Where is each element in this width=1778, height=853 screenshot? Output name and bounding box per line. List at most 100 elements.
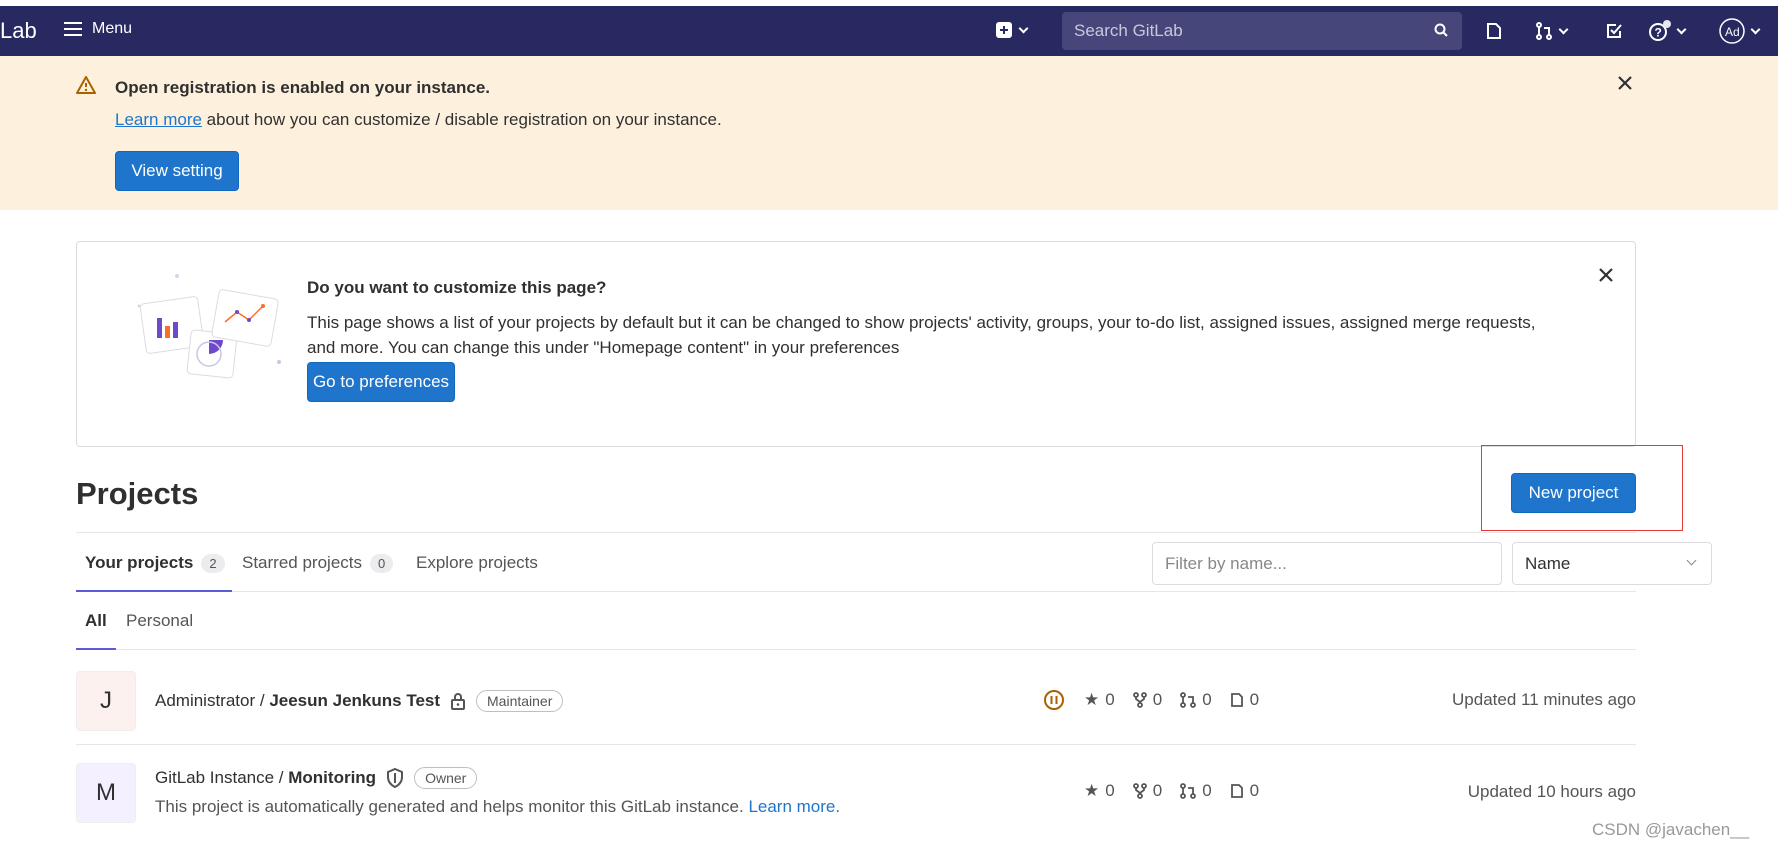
watermark-text: CSDN @javachen__: [1592, 820, 1750, 839]
todos-nav-button[interactable]: [1604, 20, 1624, 42]
chevron-down-icon: [1018, 23, 1029, 33]
create-new-dropdown[interactable]: [996, 22, 1029, 38]
menu-button[interactable]: Menu: [64, 20, 132, 38]
tab-explore-projects[interactable]: Explore projects: [416, 553, 538, 573]
stat-value: 0: [1152, 690, 1163, 709]
customize-description: This page shows a list of your projects …: [307, 313, 1536, 357]
dashboard-illustration: [137, 274, 281, 379]
alert-text-rest: about how you can customize / disable re…: [201, 110, 722, 129]
merge-requests-count[interactable]: 0: [1180, 781, 1212, 801]
star-icon: ★: [1084, 781, 1100, 800]
subtab-all[interactable]: All: [85, 611, 107, 631]
merge-request-icon: [1180, 783, 1197, 799]
merge-requests-count[interactable]: 0: [1180, 690, 1212, 710]
svg-text:Ad: Ad: [1725, 25, 1740, 39]
forks-count[interactable]: 0: [1132, 690, 1163, 710]
lock-icon: [451, 693, 466, 710]
role-badge: Maintainer: [476, 690, 564, 712]
learn-more-link[interactable]: Learn more: [115, 110, 202, 129]
project-namespace: Administrator /: [155, 691, 270, 710]
stars-count[interactable]: ★ 0: [1084, 690, 1115, 710]
updated-time: Updated 10 hours ago: [1467, 782, 1636, 801]
hamburger-icon: [64, 22, 82, 36]
tab-your-projects[interactable]: Your projects 2: [85, 553, 225, 573]
learn-more-link[interactable]: Learn more.: [748, 797, 840, 816]
brand-logo-text[interactable]: Lab: [0, 18, 37, 44]
filter-by-name-input[interactable]: [1152, 542, 1502, 585]
project-namespace: GitLab Instance /: [155, 768, 289, 787]
count-badge: 2: [201, 553, 225, 573]
project-description: This project is automatically generated …: [155, 797, 840, 817]
merge-requests-nav-dropdown[interactable]: [1534, 20, 1569, 42]
plus-square-icon: [996, 22, 1012, 38]
project-stats: ★ 0 0 0 0: [1084, 781, 1259, 801]
project-row: M GitLab Instance / Monitoring Owner Thi…: [76, 745, 1636, 845]
issues-nav-button[interactable]: [1484, 20, 1504, 42]
customize-homepage-card: Do you want to customize this page? This…: [76, 241, 1636, 447]
merge-request-icon: [1536, 22, 1552, 40]
pipeline-paused-icon[interactable]: [1043, 689, 1065, 711]
search-icon[interactable]: [1434, 23, 1448, 37]
count-badge: 0: [370, 553, 394, 573]
project-name: Monitoring: [288, 768, 377, 787]
merge-request-icon: [1180, 692, 1197, 708]
warning-icon: [76, 76, 96, 94]
page-title: Projects: [76, 476, 199, 511]
chevron-down-icon: [1686, 555, 1697, 566]
go-to-preferences-button[interactable]: Go to preferences: [307, 362, 455, 402]
issues-icon: [1230, 693, 1243, 707]
top-navbar: Lab Menu ? Ad: [0, 6, 1778, 56]
help-nav-dropdown[interactable]: ?: [1648, 20, 1687, 42]
highlight-annotation-box: [1481, 445, 1683, 531]
stat-value: 0: [1152, 781, 1163, 800]
alert-title: Open registration is enabled on your ins…: [115, 78, 491, 97]
sort-value: Name: [1525, 554, 1571, 573]
fork-icon: [1132, 692, 1147, 708]
stat-value: 0: [1249, 781, 1260, 800]
projects-subtabs: All Personal: [76, 592, 1636, 650]
issues-count[interactable]: 0: [1230, 690, 1259, 710]
description-text: This project is automatically generated …: [155, 797, 744, 816]
shield-icon: [387, 768, 404, 788]
project-avatar[interactable]: J: [76, 671, 136, 731]
search-input[interactable]: [1062, 12, 1462, 50]
view-setting-button[interactable]: View setting: [115, 151, 239, 191]
tab-starred-projects[interactable]: Starred projects 0: [242, 553, 394, 573]
project-title: GitLab Instance / Monitoring Owner: [155, 767, 478, 789]
stat-value: 0: [1105, 781, 1115, 800]
project-row: J Administrator / Jeesun Jenkuns Test Ma…: [76, 650, 1636, 745]
search-box: [1062, 12, 1462, 50]
updated-time: Updated 11 minutes ago: [1452, 690, 1636, 709]
svg-text:?: ?: [1655, 26, 1662, 40]
project-avatar[interactable]: M: [76, 763, 136, 823]
project-link[interactable]: Administrator / Jeesun Jenkuns Test: [155, 691, 440, 711]
issues-count[interactable]: 0: [1230, 781, 1259, 801]
sort-dropdown[interactable]: Name: [1512, 542, 1712, 585]
stars-count[interactable]: ★ 0: [1084, 781, 1115, 801]
projects-tabs: Your projects 2 Starred projects 0 Explo…: [76, 532, 1712, 592]
user-avatar: Ad: [1719, 18, 1745, 44]
subtab-personal[interactable]: Personal: [126, 611, 193, 631]
issues-icon: [1487, 23, 1501, 39]
alert-text: Learn more about how you can customize /…: [115, 110, 722, 130]
project-link[interactable]: GitLab Instance / Monitoring: [155, 768, 376, 788]
chevron-down-icon: [1676, 24, 1687, 34]
fork-icon: [1132, 783, 1147, 799]
tab-label: Explore projects: [416, 553, 538, 572]
project-name: Jeesun Jenkuns Test: [269, 691, 441, 710]
help-icon: ?: [1649, 20, 1671, 41]
customize-title: Do you want to customize this page?: [307, 278, 607, 297]
todo-check-icon: [1607, 24, 1622, 38]
close-icon[interactable]: [1616, 74, 1634, 92]
role-badge: Owner: [414, 767, 478, 789]
issues-icon: [1230, 784, 1243, 798]
star-icon: ★: [1084, 690, 1100, 709]
tab-label: Your projects: [85, 553, 194, 572]
tab-label: Starred projects: [242, 553, 362, 572]
registration-alert: Open registration is enabled on your ins…: [0, 56, 1778, 210]
close-icon[interactable]: [1597, 266, 1615, 284]
chevron-down-icon: [1750, 24, 1761, 34]
forks-count[interactable]: 0: [1132, 781, 1163, 801]
project-stats: ★ 0 0 0 0: [1084, 690, 1259, 710]
user-menu-dropdown[interactable]: Ad: [1718, 18, 1761, 44]
